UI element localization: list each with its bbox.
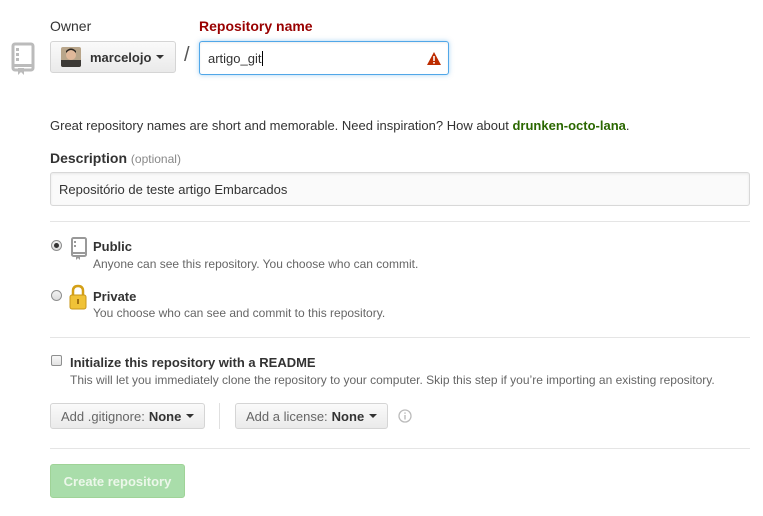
license-label: Add a license:: [246, 408, 328, 424]
public-title: Public: [93, 239, 133, 254]
public-description: Anyone can see this repository. You choo…: [93, 257, 419, 271]
description-input[interactable]: Repositório de teste artigo Embarcados: [50, 172, 750, 206]
repository-name-label: Repository name: [199, 18, 313, 34]
description-label-text: Description: [50, 150, 128, 166]
optional-tag: (optional): [130, 152, 181, 166]
description-value: Repositório de teste artigo Embarcados: [59, 181, 288, 197]
private-description: You choose who can see and commit to thi…: [93, 306, 386, 320]
license-select-button[interactable]: Add a license: None: [235, 403, 389, 429]
gitignore-label: Add .gitignore:: [61, 408, 145, 424]
caret-down-icon: [186, 414, 195, 418]
readme-title: Initialize this repository with a README: [70, 355, 316, 370]
repo-icon: [11, 42, 35, 75]
gitignore-select-button[interactable]: Add .gitignore: None: [50, 403, 206, 429]
avatar: [61, 47, 81, 67]
public-repo-icon: [71, 237, 87, 260]
text-cursor: [262, 50, 264, 66]
repository-name-input[interactable]: artigo_git: [199, 41, 449, 75]
private-radio[interactable]: [51, 290, 62, 301]
caret-down-icon: [369, 414, 378, 418]
name-suggestion-link[interactable]: drunken-octo-lana: [512, 118, 625, 133]
description-label: Description (optional): [50, 150, 181, 166]
owner-select-button[interactable]: marcelojo: [50, 41, 176, 73]
private-title: Private: [93, 289, 137, 304]
warning-icon: [427, 52, 441, 65]
public-radio[interactable]: [51, 240, 62, 251]
divider: [50, 337, 750, 338]
repository-name-value: artigo_git: [208, 50, 262, 66]
divider: [50, 448, 750, 449]
hint-text: Great repository names are short and mem…: [50, 118, 509, 133]
owner-label: Owner: [50, 18, 92, 34]
slash-separator: /: [184, 44, 190, 66]
repository-name-hint: Great repository names are short and mem…: [50, 118, 630, 133]
license-value: None: [331, 408, 365, 424]
vertical-divider: [219, 403, 220, 429]
lock-icon: [69, 284, 87, 310]
caret-down-icon: [156, 55, 165, 59]
hint-suffix: .: [625, 118, 630, 133]
divider: [50, 221, 750, 222]
gitignore-value: None: [148, 408, 182, 424]
create-repository-button[interactable]: Create repository: [50, 464, 185, 498]
owner-name: marcelojo: [90, 49, 152, 65]
readme-checkbox[interactable]: [51, 355, 62, 366]
info-icon[interactable]: [398, 409, 412, 423]
readme-description: This will let you immediately clone the …: [70, 373, 715, 387]
